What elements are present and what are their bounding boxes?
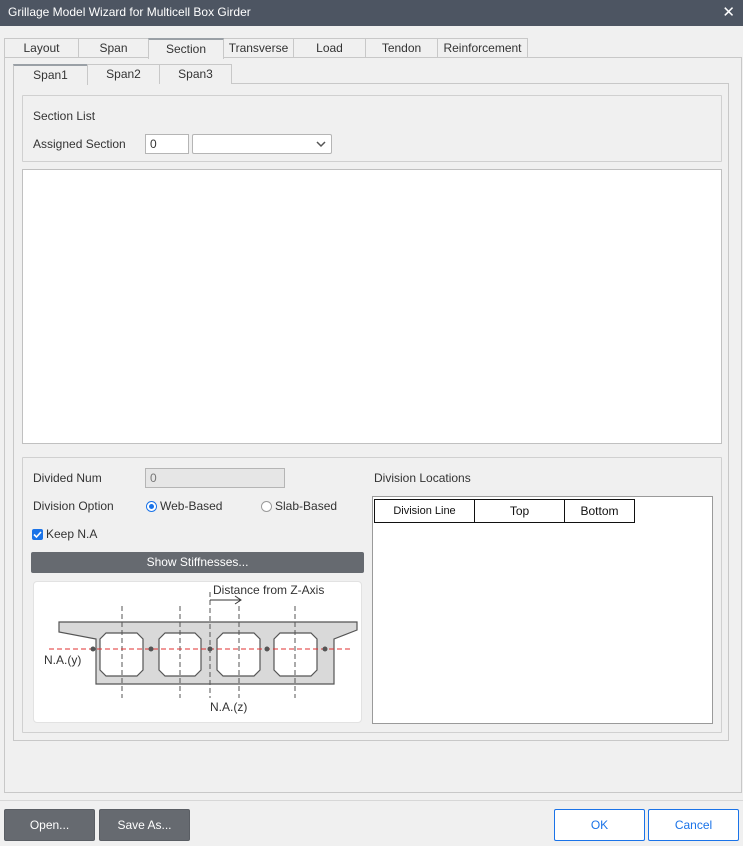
slab-based-radio[interactable] [261,501,272,512]
keep-na-checkbox[interactable] [32,529,43,540]
close-icon[interactable]: ✕ [722,3,735,21]
na-z-label: N.A.(z) [210,700,248,714]
cancel-button[interactable]: Cancel [648,809,739,841]
tab-span2[interactable]: Span2 [87,64,160,84]
tab-transverse[interactable]: Transverse [223,38,294,58]
division-locations-label: Division Locations [374,471,471,485]
tab-section[interactable]: Section [148,38,224,59]
assigned-section-input[interactable]: 0 [145,134,189,154]
tab-reinforcement[interactable]: Reinforcement [437,38,528,58]
tab-span1[interactable]: Span1 [13,64,88,85]
tab-span[interactable]: Span [78,38,149,58]
web-point-1 [90,646,96,652]
column-header-division-line[interactable]: Division Line [374,499,475,523]
assigned-section-dropdown[interactable] [192,134,332,154]
web-based-radio[interactable] [146,501,157,512]
web-point-3 [207,646,213,652]
tab-load[interactable]: Load [293,38,366,58]
ok-button[interactable]: OK [554,809,645,841]
section-preview-canvas[interactable] [22,169,722,444]
tab-layout[interactable]: Layout [4,38,79,58]
distance-from-z-axis-label: Distance from Z-Axis [213,583,325,597]
show-stiffnesses-button[interactable]: Show Stiffnesses... [31,552,364,573]
title-bar: Grillage Model Wizard for Multicell Box … [0,0,743,26]
assigned-section-label: Assigned Section [33,137,126,151]
divided-num-label: Divided Num [33,471,102,485]
tab-span3[interactable]: Span3 [159,64,232,84]
span-tab-strip: Span1 Span2 Span3 [13,64,232,85]
footer-separator [0,800,743,801]
slab-based-label[interactable]: Slab-Based [275,499,337,513]
column-header-bottom[interactable]: Bottom [564,499,635,523]
main-tab-strip: Layout Span Section Transverse Load Tend… [4,38,528,59]
section-list-group [22,95,722,162]
tab-tendon[interactable]: Tendon [365,38,438,58]
open-button[interactable]: Open... [4,809,95,841]
save-as-button[interactable]: Save As... [99,809,190,841]
keep-na-label[interactable]: Keep N.A [46,527,97,541]
web-point-2 [148,646,154,652]
web-point-4 [264,646,270,652]
web-point-5 [322,646,328,652]
column-header-top[interactable]: Top [474,499,565,523]
divided-num-input[interactable]: 0 [145,468,285,488]
check-icon [33,531,42,539]
section-list-label: Section List [33,109,96,123]
division-locations-table[interactable]: Division Line Top Bottom [372,496,713,724]
web-based-label[interactable]: Web-Based [160,499,222,513]
division-option-label: Division Option [33,499,114,513]
box-girder-diagram [49,592,358,698]
chevron-down-icon [316,141,326,148]
section-diagram: Distance from Z-Axis N.A.(y) N.A.(z) [33,581,362,723]
na-y-label: N.A.(y) [44,653,82,667]
window-title: Grillage Model Wizard for Multicell Box … [8,5,251,19]
